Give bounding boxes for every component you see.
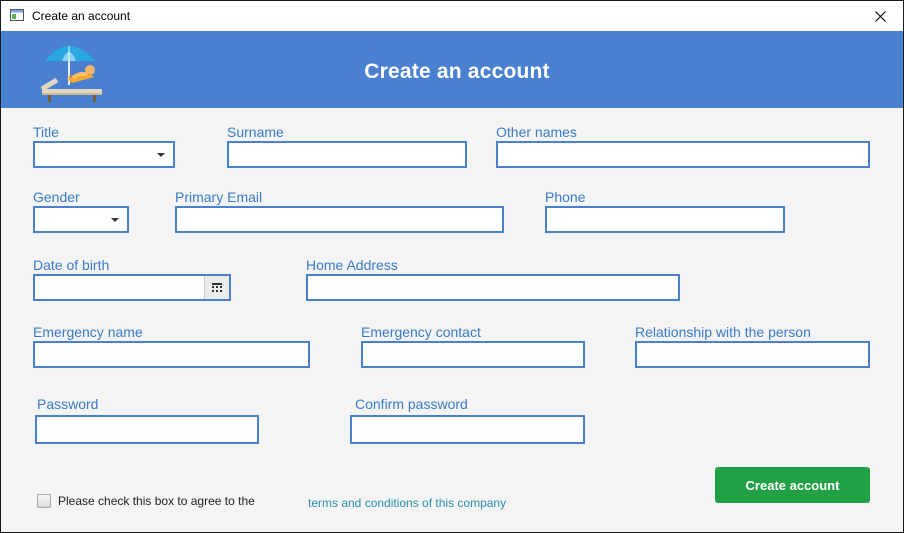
password-input[interactable] bbox=[37, 417, 257, 442]
emergency-contact-field bbox=[361, 341, 585, 368]
surname-field bbox=[227, 141, 467, 168]
address-field bbox=[306, 274, 680, 301]
phone-field bbox=[545, 206, 785, 233]
email-field bbox=[175, 206, 504, 233]
emergency-name-label: Emergency name bbox=[33, 324, 143, 340]
emergency-contact-label: Emergency contact bbox=[361, 324, 481, 340]
other-names-field bbox=[496, 141, 870, 168]
phone-label: Phone bbox=[545, 189, 586, 205]
password-field bbox=[35, 415, 259, 444]
gender-label: Gender bbox=[33, 189, 80, 205]
surname-label: Surname bbox=[227, 124, 284, 140]
relationship-label: Relationship with the person bbox=[635, 324, 811, 340]
page-heading: Create an account bbox=[364, 60, 550, 83]
create-account-window: Create an account Create an account Titl… bbox=[0, 0, 904, 533]
calendar-button[interactable] bbox=[204, 276, 229, 299]
emergency-name-field bbox=[33, 341, 310, 368]
create-account-button[interactable]: Create account bbox=[715, 467, 870, 503]
app-window-icon bbox=[10, 9, 24, 21]
emergency-name-input[interactable] bbox=[35, 343, 308, 366]
terms-link[interactable]: terms and conditions of this company bbox=[308, 496, 506, 510]
confirm-password-field bbox=[350, 415, 585, 444]
chevron-down-icon bbox=[111, 218, 119, 222]
address-input[interactable] bbox=[308, 276, 678, 299]
title-select[interactable] bbox=[33, 141, 175, 168]
chevron-down-icon bbox=[157, 153, 165, 157]
other-names-label: Other names bbox=[496, 124, 577, 140]
phone-input[interactable] bbox=[547, 208, 783, 231]
terms-checkbox[interactable] bbox=[37, 494, 51, 508]
window-title: Create an account bbox=[32, 9, 131, 23]
dob-datepicker bbox=[33, 274, 231, 301]
calendar-icon bbox=[212, 283, 222, 292]
surname-input[interactable] bbox=[229, 143, 465, 166]
confirm-password-input[interactable] bbox=[352, 417, 583, 442]
dob-input[interactable] bbox=[35, 276, 205, 299]
email-input[interactable] bbox=[177, 208, 502, 231]
address-label: Home Address bbox=[306, 257, 398, 273]
terms-agree-label: Please check this box to agree to the bbox=[58, 494, 255, 508]
other-names-input[interactable] bbox=[498, 143, 868, 166]
dob-label: Date of birth bbox=[33, 257, 110, 273]
password-label: Password bbox=[37, 396, 99, 412]
relationship-field bbox=[635, 341, 870, 368]
relationship-input[interactable] bbox=[637, 343, 868, 366]
title-label: Title bbox=[33, 124, 59, 140]
close-icon bbox=[874, 10, 886, 22]
title-bar: Create an account bbox=[1, 1, 903, 31]
email-label: Primary Email bbox=[175, 189, 263, 205]
header-banner: Create an account bbox=[1, 31, 903, 108]
emergency-contact-input[interactable] bbox=[363, 343, 583, 366]
gender-select[interactable] bbox=[33, 206, 129, 233]
confirm-password-label: Confirm password bbox=[355, 396, 468, 412]
close-button[interactable] bbox=[857, 1, 903, 31]
